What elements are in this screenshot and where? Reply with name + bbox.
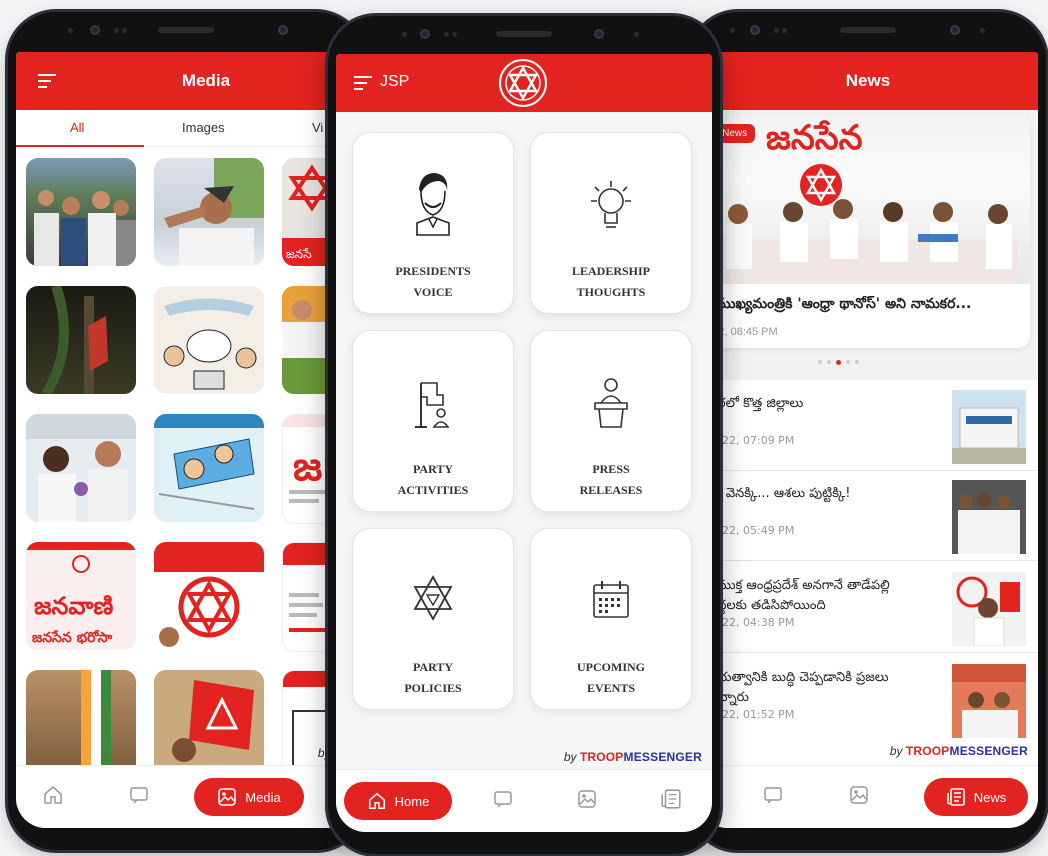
- media-thumb-crowd[interactable]: [26, 158, 136, 266]
- tab-all[interactable]: All: [70, 120, 84, 135]
- chat-icon[interactable]: [762, 784, 784, 806]
- media-thumb-flag-night[interactable]: [26, 286, 136, 394]
- media-tabs: All Images Vi: [16, 110, 356, 147]
- media-thumb-flag-rally[interactable]: [26, 670, 136, 766]
- nav-news-button[interactable]: News: [924, 778, 1028, 816]
- svg-text:జ: జ: [293, 443, 322, 490]
- nav-media-label: Media: [245, 789, 281, 805]
- jsp-logo-icon: [499, 59, 547, 107]
- featured-headline[interactable]: ు ముఖ్యమంత్రికి 'ఆంధ్రా థానోస్' అని నామక…: [698, 296, 1018, 315]
- card-party-activities[interactable]: PARTY ACTIVITIES: [352, 330, 514, 512]
- home-header: JSP: [336, 54, 712, 112]
- powered-by-text: by TROOPMESSENGER: [889, 744, 1028, 758]
- image-icon[interactable]: [576, 788, 598, 810]
- page-title: News: [845, 71, 891, 90]
- bottom-nav: News: [698, 765, 1038, 828]
- chat-icon[interactable]: [492, 788, 514, 810]
- flag-person-icon: [415, 382, 450, 428]
- media-thumb-party-flag[interactable]: [154, 670, 264, 766]
- card-party-policies[interactable]: PARTY POLICIES: [352, 528, 514, 710]
- card-press-releases[interactable]: PRESS RELEASES: [530, 330, 692, 512]
- phone-media: Media All Images Vi జనసే జ జనవాణి జనసేన …: [8, 12, 364, 850]
- media-thumb-cartoon-rain[interactable]: [154, 414, 264, 522]
- media-thumb-bharosa[interactable]: జనవాణి జనసేన భరోసా: [26, 542, 136, 650]
- news-list-item[interactable]: లు వెనక్కి... ఆశలు పుట్టిక్కి! 2022, 05:…: [698, 472, 1038, 561]
- lightbulb-icon: [591, 181, 631, 228]
- media-thumb-caption: జనసే: [286, 247, 312, 261]
- media-screen: Media All Images Vi జనసే జ జనవాణి జనసేన …: [16, 52, 356, 828]
- page-title: Media: [181, 71, 231, 90]
- media-thumb-cartoon[interactable]: [154, 286, 264, 394]
- card-leadership-thoughts[interactable]: LEADERSHIP THOUGHTS: [530, 132, 692, 314]
- news-list-item[interactable]: విముక్త ఆంధ్రప్రదేశ్ అనగానే తాడేపల్లి పె…: [698, 564, 1038, 653]
- janasena-banner-text: జనసేన: [766, 118, 863, 158]
- news-list-item[interactable]: ప్రభుత్వానికి బుద్ధి చెప్పడానికి ప్రజలు …: [698, 656, 1038, 744]
- tab-videos[interactable]: Vi: [312, 120, 323, 135]
- bottom-nav: Home: [336, 769, 712, 832]
- news-list-item[interactable]: చెరలో కొత్త జిల్లాలు 2022, 07:09 PM: [698, 382, 1038, 471]
- phone-top-bezel: [710, 20, 1026, 42]
- nav-media-button[interactable]: Media: [194, 778, 304, 816]
- news-list: చెరలో కొత్త జిల్లాలు 2022, 07:09 PM లు వ…: [698, 382, 1038, 754]
- tab-images[interactable]: Images: [182, 120, 225, 135]
- bottom-nav: Media: [16, 765, 356, 828]
- card-presidents-voice[interactable]: PRESIDENTS VOICE: [352, 132, 514, 314]
- phone-top-bezel: [348, 24, 700, 46]
- home-icon: [368, 792, 385, 810]
- home-screen: JSP PRESIDENTS VOICE LEADERSHIP THOUGHTS P…: [336, 54, 712, 832]
- app-title: JSP: [380, 73, 410, 90]
- powered-by-text: by TROOPMESSENGER: [563, 750, 702, 764]
- news-thumb: [952, 390, 1026, 464]
- image-icon: [218, 788, 237, 806]
- media-thumb-meeting[interactable]: [26, 414, 136, 522]
- newspaper-icon[interactable]: [660, 788, 682, 810]
- news-thumb: [952, 572, 1026, 646]
- chat-icon[interactable]: [128, 784, 150, 806]
- media-thumb-caption: జనసేన భరోసా: [32, 629, 113, 646]
- home-icon[interactable]: [42, 784, 64, 806]
- phone-news: News ing News జనసేన ు ముఖ్యమంత్రికి 'ఆంధ…: [690, 12, 1046, 850]
- carousel-dots[interactable]: [818, 360, 859, 365]
- media-header: Media: [16, 52, 356, 110]
- media-grid: జనసే జ జనవాణి జనసేన భరోసా: [16, 146, 356, 766]
- phone-home: JSP PRESIDENTS VOICE LEADERSHIP THOUGHTS P…: [328, 16, 720, 854]
- news-thumb: [952, 480, 1026, 554]
- menu-icon[interactable]: [354, 76, 372, 95]
- leader-portrait-icon: [416, 173, 450, 236]
- podium-icon: [594, 378, 628, 428]
- news-thumb: [952, 664, 1026, 738]
- svg-text:జనవాణి: జనవాణి: [34, 592, 114, 620]
- calendar-icon: [593, 581, 629, 618]
- newspaper-icon: [946, 788, 965, 806]
- featured-news-card[interactable]: ing News జనసేన ు ముఖ్యమంత్రికి 'ఆంధ్రా థ…: [698, 114, 1030, 348]
- news-screen: News ing News జనసేన ు ముఖ్యమంత్రికి 'ఆంధ…: [698, 52, 1038, 828]
- card-upcoming-events[interactable]: UPCOMING EVENTS: [530, 528, 692, 710]
- nav-news-label: News: [973, 789, 1007, 805]
- phone-top-bezel: [28, 20, 344, 42]
- news-header: News: [698, 52, 1038, 110]
- image-icon[interactable]: [848, 784, 870, 806]
- media-thumb-emblem-red[interactable]: [154, 542, 264, 650]
- nav-home-label: Home: [394, 793, 430, 809]
- star-emblem-icon: [413, 575, 453, 621]
- featured-news-image: ing News జనసేన: [698, 114, 1030, 284]
- media-thumb-salute[interactable]: [154, 158, 264, 266]
- nav-home-button[interactable]: Home: [344, 782, 452, 820]
